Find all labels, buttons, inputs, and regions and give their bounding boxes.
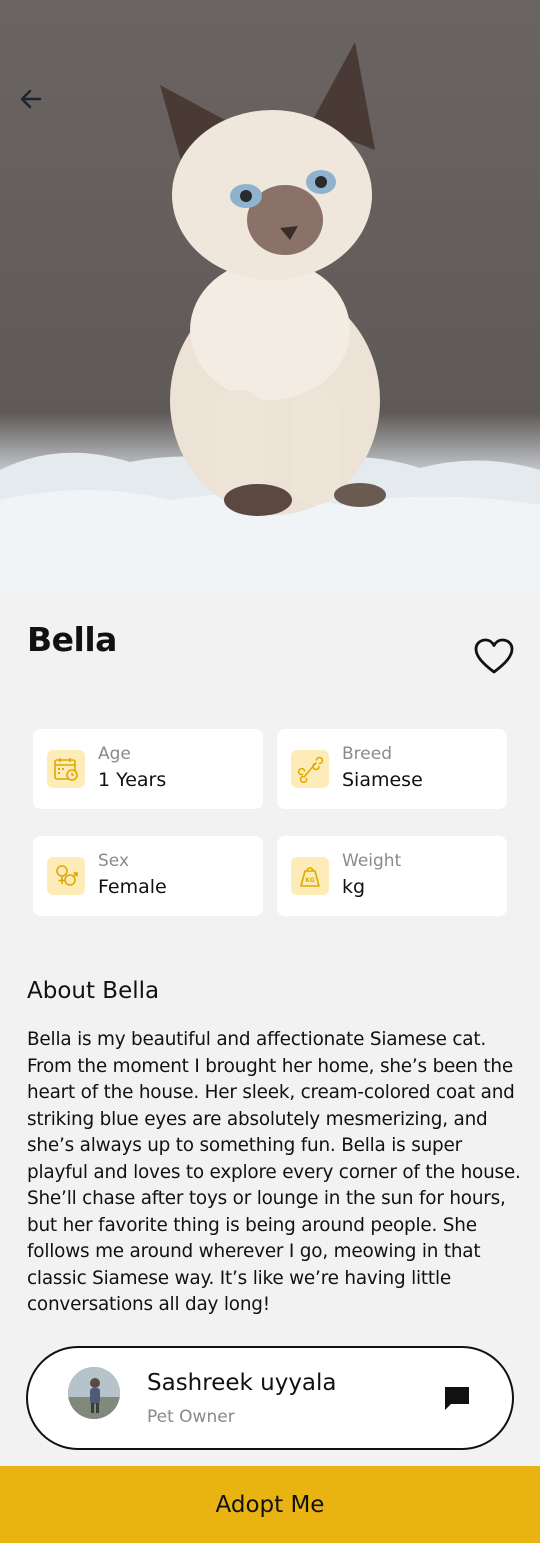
breed-label: Breed <box>342 744 392 764</box>
owner-role: Pet Owner <box>147 1407 235 1427</box>
arrow-left-icon <box>20 89 42 109</box>
info-card-breed: Breed Siamese <box>277 729 507 809</box>
kitten-illustration <box>0 42 540 590</box>
adopt-button[interactable]: Adopt Me <box>0 1466 540 1543</box>
weight-value: kg <box>342 876 366 898</box>
gender-icon <box>47 857 85 895</box>
pet-name: Bella <box>27 620 117 659</box>
pet-photo <box>0 0 540 590</box>
about-title: About Bella <box>27 978 160 1004</box>
breed-value: Siamese <box>342 769 423 791</box>
heart-icon <box>474 638 514 674</box>
info-card-weight: KG Weight kg <box>277 836 507 916</box>
bone-icon <box>291 750 329 788</box>
owner-card[interactable]: Sashreek uyyala Pet Owner <box>26 1346 514 1450</box>
calendar-icon <box>47 750 85 788</box>
sex-value: Female <box>98 876 167 898</box>
back-button[interactable] <box>18 86 56 124</box>
age-value: 1 Years <box>98 769 167 791</box>
info-card-sex: Sex Female <box>33 836 263 916</box>
about-description: Bella is my beautiful and affectionate S… <box>27 1029 521 1315</box>
message-button[interactable] <box>436 1378 478 1418</box>
favorite-button[interactable] <box>470 634 518 678</box>
sex-label: Sex <box>98 851 130 871</box>
avatar <box>68 1367 120 1419</box>
weight-icon: KG <box>291 857 329 895</box>
svg-text:KG: KG <box>305 877 315 884</box>
info-card-age: Age 1 Years <box>33 729 263 809</box>
chat-icon <box>445 1387 469 1410</box>
age-label: Age <box>98 744 131 764</box>
owner-name: Sashreek uyyala <box>147 1370 337 1396</box>
weight-label: Weight <box>342 851 402 871</box>
